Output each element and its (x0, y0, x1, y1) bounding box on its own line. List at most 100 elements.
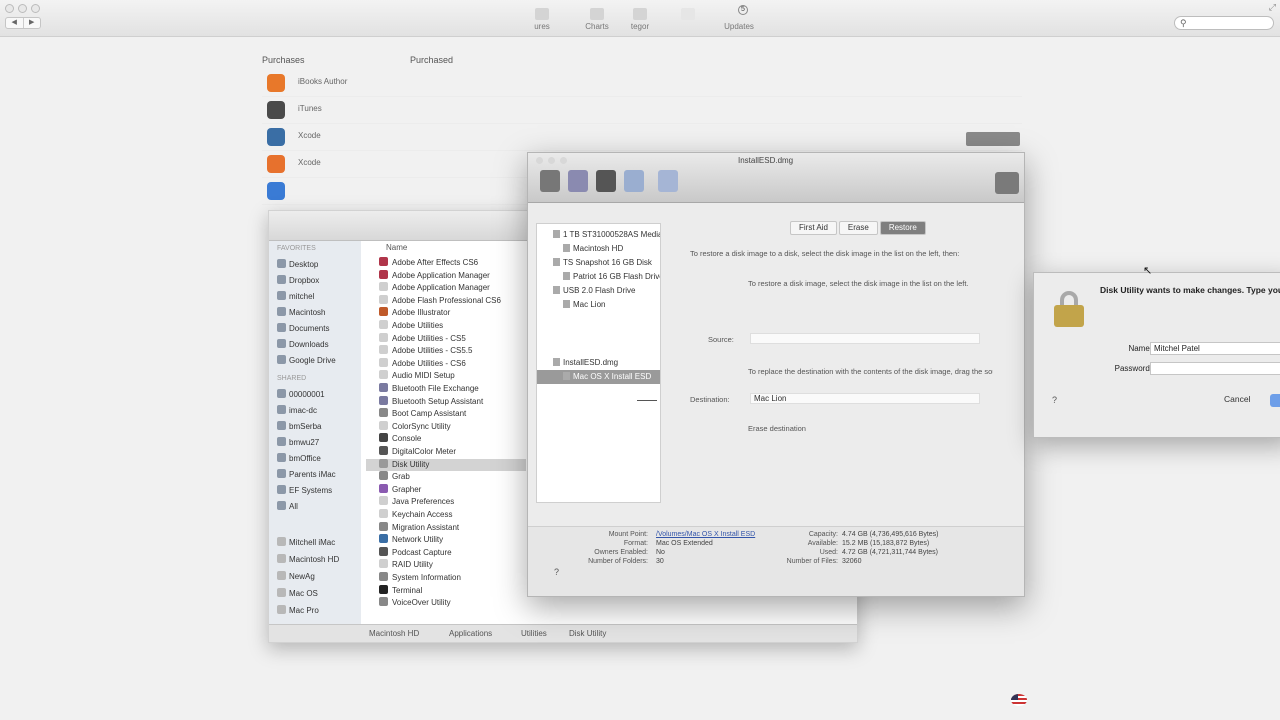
file-row[interactable]: Podcast Capture (366, 546, 526, 560)
input-source-flag-icon[interactable] (1011, 694, 1027, 706)
file-row[interactable]: Adobe Utilities - CS5 (366, 332, 526, 346)
file-row[interactable]: Adobe After Effects CS6 (366, 257, 526, 270)
sidebar-item-shared[interactable]: imac-dc (277, 405, 359, 419)
disk-row[interactable]: Mac Lion (537, 298, 660, 312)
disk-row[interactable]: USB 2.0 Flash Drive (537, 284, 660, 298)
path-segment-app[interactable]: Disk Utility (569, 629, 606, 638)
file-row[interactable]: ColorSync Utility (366, 420, 526, 434)
sidebar-item-shared[interactable]: All (277, 501, 359, 515)
sidebar-item-shared[interactable]: bmOffice (277, 453, 359, 467)
close-window-button[interactable] (5, 4, 14, 13)
favorites-heading: Favorites (277, 245, 316, 252)
file-row[interactable]: Adobe Utilities - CS5.5 (366, 345, 526, 358)
back-arrow-icon[interactable]: ◀ (6, 18, 23, 28)
purchase-row[interactable]: iTunes (262, 97, 1022, 124)
mount-point-value[interactable]: /Volumes/Mac OS X Install ESD (656, 531, 755, 538)
file-row[interactable]: Adobe Illustrator (366, 307, 526, 320)
sidebar-item-shared[interactable]: bmwu27 (277, 437, 359, 451)
help-button[interactable]: ? (1052, 395, 1057, 405)
zoom-window-button[interactable] (31, 4, 40, 13)
disk-row[interactable]: Patriot 16 GB Flash Drive (537, 270, 660, 284)
du-zoom-button[interactable] (560, 157, 567, 164)
du-close-button[interactable] (536, 157, 543, 164)
sidebar-item-device[interactable]: Mac Pro (277, 605, 359, 619)
verify-icon[interactable] (540, 170, 560, 192)
name-field[interactable]: Mitchel Patel (1150, 342, 1280, 355)
eject-icon[interactable] (658, 170, 678, 192)
sidebar-item-device[interactable]: Macintosh HD (277, 554, 359, 568)
erase-destination-checkbox[interactable]: Erase destination (748, 424, 806, 433)
password-field[interactable] (1150, 362, 1280, 375)
file-row[interactable]: Bluetooth Setup Assistant (366, 395, 526, 409)
file-row[interactable]: RAID Utility (366, 559, 526, 572)
file-row[interactable]: Adobe Utilities - CS6 (366, 357, 526, 371)
file-row[interactable]: Keychain Access (366, 509, 526, 522)
sidebar-item-favorite[interactable]: Dropbox (277, 275, 359, 289)
purchase-row[interactable]: iBooks Author (262, 70, 1022, 97)
burn-icon[interactable] (596, 170, 616, 192)
sidebar-item-favorite[interactable]: Downloads (277, 339, 359, 353)
mount-icon[interactable] (624, 170, 644, 192)
install-button[interactable] (966, 132, 1020, 146)
sidebar-item-shared[interactable]: EF Systems (277, 485, 359, 499)
file-row[interactable]: Adobe Application Manager (366, 269, 526, 283)
name-column-header[interactable]: Name (386, 243, 407, 252)
file-row[interactable]: Boot Camp Assistant (366, 408, 526, 421)
file-row[interactable]: VoiceOver Utility (366, 597, 526, 610)
info-icon[interactable] (568, 170, 588, 192)
disk-row[interactable]: InstallESD.dmg (537, 356, 660, 370)
file-row[interactable]: Migration Assistant (366, 521, 526, 535)
tab-restore[interactable]: Restore (879, 221, 926, 235)
tab-erase[interactable]: Erase (838, 221, 878, 235)
file-row[interactable]: Grab (366, 471, 526, 484)
file-row[interactable]: System Information (366, 572, 526, 585)
sidebar-item-shared[interactable]: Parents iMac (277, 469, 359, 483)
forward-arrow-icon[interactable]: ▶ (22, 18, 41, 28)
sidebar-item-favorite[interactable]: Documents (277, 323, 359, 337)
file-row[interactable]: Network Utility (366, 534, 526, 547)
toolbar-charts-label: Charts (585, 22, 609, 31)
file-row[interactable]: Adobe Utilities (366, 320, 526, 333)
sidebar-item-favorite[interactable]: Desktop (277, 259, 359, 273)
source-field[interactable] (750, 333, 980, 344)
sidebar-item-device[interactable]: NewAg (277, 571, 359, 585)
disk-row[interactable]: TS Snapshot 16 GB Disk (537, 256, 660, 270)
search-field[interactable]: ⚲ (1174, 16, 1274, 30)
disk-row[interactable]: Mac OS X Install ESD (537, 370, 660, 384)
minimize-window-button[interactable] (18, 4, 27, 13)
purchase-row[interactable]: Xcode (262, 124, 1022, 151)
file-row[interactable]: Disk Utility (366, 458, 526, 472)
sidebar-item-shared[interactable]: bmSerba (277, 421, 359, 435)
sidebar-item-device[interactable]: Mac OS (277, 588, 359, 602)
tab-first-aid[interactable]: First Aid (790, 221, 837, 235)
file-row[interactable]: Java Preferences (366, 496, 526, 509)
destination-field[interactable]: Mac Lion (750, 393, 980, 404)
path-segment-disk[interactable]: Macintosh HD (369, 629, 419, 638)
cancel-button[interactable]: Cancel (1224, 394, 1250, 404)
sidebar-item-device[interactable]: Mitchell iMac (277, 537, 359, 551)
file-row[interactable]: Terminal (366, 584, 526, 598)
log-icon[interactable] (995, 172, 1019, 194)
file-row[interactable]: DigitalColor Meter (366, 446, 526, 459)
du-minimize-button[interactable] (548, 157, 555, 164)
path-segment-applications[interactable]: Applications (449, 629, 492, 638)
disk-row[interactable]: 1 TB ST31000528AS Media (537, 228, 660, 242)
file-row[interactable]: Bluetooth File Exchange (366, 383, 526, 396)
disk-row[interactable]: Macintosh HD (537, 242, 660, 256)
fullscreen-icon[interactable]: ⤢ (1269, 2, 1276, 13)
file-row[interactable]: Adobe Flash Professional CS6 (366, 294, 526, 308)
file-name: RAID Utility (392, 560, 433, 570)
sidebar-item-favorite[interactable]: Google Drive (277, 355, 359, 369)
sidebar-item-favorite[interactable]: mitchel (277, 291, 359, 305)
ok-button[interactable] (1270, 394, 1280, 407)
du-help-icon[interactable]: ? (554, 567, 559, 577)
sidebar-item-favorite[interactable]: Macintosh (277, 307, 359, 321)
sidebar-item-shared[interactable]: 00000001 (277, 389, 359, 403)
file-row[interactable]: Adobe Application Manager (366, 282, 526, 295)
file-row[interactable]: Console (366, 433, 526, 446)
finder-sidebar: Favorites Shared Desktop Dropbox mitchel Ma… (269, 241, 361, 631)
path-segment-utilities[interactable]: Utilities (521, 629, 547, 638)
toolbar-featured[interactable]: ures (512, 8, 572, 31)
file-row[interactable]: Audio MIDI Setup (366, 370, 526, 383)
file-row[interactable]: Grapher (366, 483, 526, 497)
